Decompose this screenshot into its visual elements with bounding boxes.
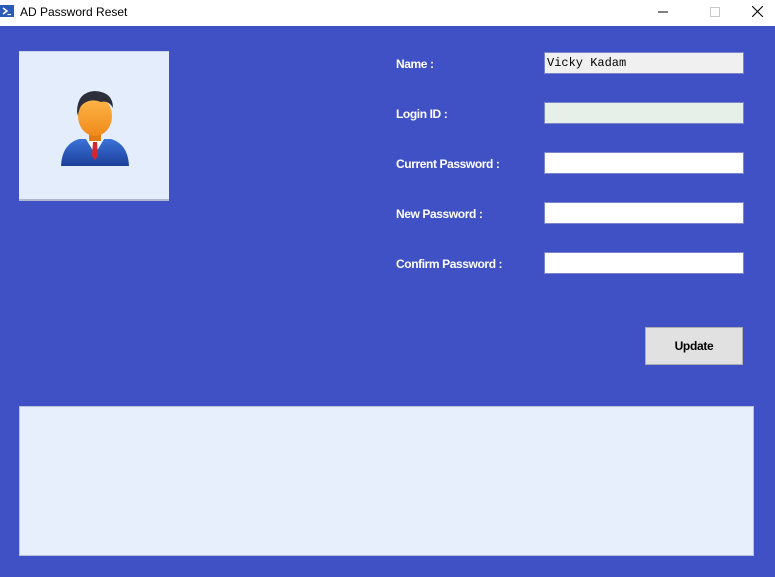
title-bar: AD Password Reset bbox=[0, 0, 775, 26]
user-avatar-icon bbox=[61, 91, 129, 166]
close-button[interactable] bbox=[735, 0, 775, 26]
login-id-label: Login ID : bbox=[396, 107, 448, 121]
update-button[interactable]: Update bbox=[645, 327, 743, 365]
close-icon bbox=[751, 4, 764, 22]
minimize-icon bbox=[657, 4, 668, 22]
confirm-password-label: Confirm Password : bbox=[396, 257, 503, 271]
minimize-button[interactable] bbox=[640, 0, 685, 26]
name-label: Name : bbox=[396, 57, 434, 71]
confirm-password-field[interactable] bbox=[544, 252, 744, 274]
login-id-field[interactable] bbox=[544, 102, 744, 124]
powershell-icon bbox=[0, 4, 15, 19]
maximize-icon bbox=[709, 4, 720, 22]
output-panel bbox=[19, 406, 754, 556]
new-password-field[interactable] bbox=[544, 202, 744, 224]
new-password-label: New Password : bbox=[396, 207, 483, 221]
name-field[interactable] bbox=[544, 52, 744, 74]
avatar-panel bbox=[19, 51, 169, 201]
window-title: AD Password Reset bbox=[20, 5, 128, 19]
maximize-button[interactable] bbox=[692, 0, 737, 26]
current-password-field[interactable] bbox=[544, 152, 744, 174]
current-password-label: Current Password : bbox=[396, 157, 500, 171]
